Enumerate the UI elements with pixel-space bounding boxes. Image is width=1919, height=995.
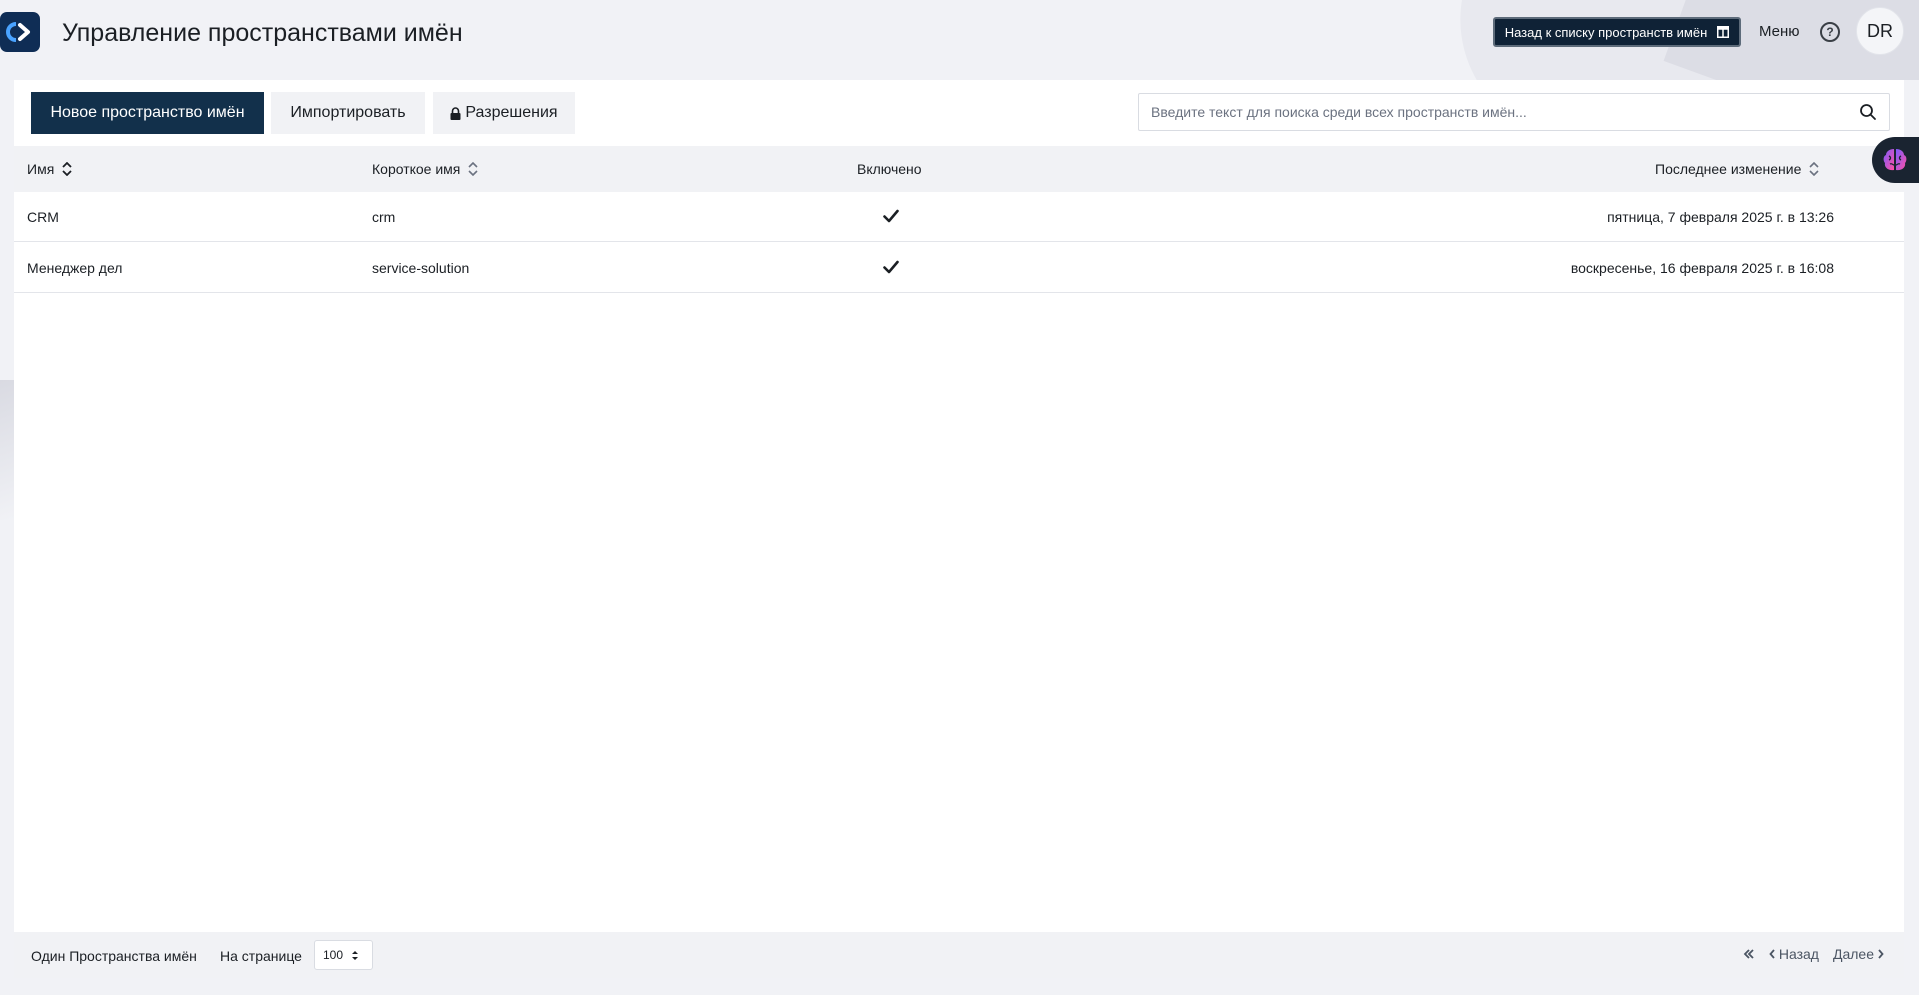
- column-header-last-modified[interactable]: Последнее изменение: [1655, 161, 1819, 177]
- table-footer: Один Пространства имён На странице 100 Н…: [14, 932, 1904, 978]
- table-header: Имя Короткое имя Включено Последнее изме…: [14, 146, 1904, 192]
- cell-name: CRM: [27, 209, 59, 225]
- import-button[interactable]: Импортировать: [271, 92, 425, 134]
- search-box: [1138, 93, 1890, 131]
- back-to-namespaces-button[interactable]: Назад к списку пространств имён: [1493, 17, 1741, 47]
- sort-icon[interactable]: [468, 162, 478, 176]
- user-avatar[interactable]: DR: [1856, 7, 1904, 55]
- namespace-count: Один Пространства имён: [31, 948, 197, 964]
- cell-short-name: service-solution: [372, 260, 470, 276]
- column-header-enabled: Включено: [857, 161, 922, 177]
- select-arrows-icon: [352, 950, 359, 960]
- column-label-last-modified: Последнее изменение: [1655, 161, 1802, 177]
- cell-last-modified: пятница, 7 февраля 2025 г. в 13:26: [1607, 209, 1834, 225]
- app-header: Управление пространствами имён Назад к с…: [0, 0, 1919, 66]
- chevron-left-icon: [1769, 949, 1775, 959]
- table-row[interactable]: Менеджер дел service-solution воскресень…: [14, 243, 1904, 293]
- prev-label: Назад: [1778, 946, 1819, 962]
- brain-icon: [1883, 149, 1907, 171]
- new-namespace-button[interactable]: Новое пространство имён: [31, 92, 264, 134]
- lock-icon: [450, 106, 461, 120]
- side-decoration: [0, 380, 14, 520]
- permissions-button[interactable]: Разрешения: [433, 92, 575, 134]
- per-page-select[interactable]: 100: [314, 940, 373, 970]
- cell-name: Менеджер дел: [27, 260, 123, 276]
- help-icon[interactable]: ?: [1820, 22, 1840, 42]
- page-title: Управление пространствами имён: [62, 19, 463, 47]
- menu-link[interactable]: Меню: [1759, 23, 1800, 40]
- back-button-label: Назад к списку пространств имён: [1504, 24, 1708, 40]
- per-page-value: 100: [323, 948, 344, 962]
- column-label-enabled: Включено: [857, 161, 922, 177]
- pagination: Назад Далее: [1743, 946, 1884, 962]
- namespaces-panel: Новое пространство имён Импортировать Ра…: [14, 80, 1904, 978]
- column-header-name[interactable]: Имя: [27, 161, 72, 177]
- double-chevron-left-icon: [1743, 949, 1754, 959]
- search-icon[interactable]: [1859, 103, 1877, 121]
- permissions-label: Разрешения: [465, 104, 558, 121]
- columns-icon: [1717, 26, 1730, 38]
- app-logo-icon[interactable]: [0, 12, 40, 52]
- cell-last-modified: воскресенье, 16 февраля 2025 г. в 16:08: [1570, 260, 1834, 276]
- column-label-short-name: Короткое имя: [372, 161, 461, 177]
- toolbar: Новое пространство имён Импортировать Ра…: [14, 80, 1904, 146]
- chevron-right-icon: [1878, 949, 1884, 959]
- table-row[interactable]: CRM crm пятница, 7 февраля 2025 г. в 13:…: [14, 192, 1904, 242]
- ai-assistant-button[interactable]: [1872, 137, 1919, 183]
- column-label-name: Имя: [27, 161, 55, 177]
- prev-page-button[interactable]: Назад: [1769, 946, 1819, 962]
- column-header-short-name[interactable]: Короткое имя: [372, 161, 478, 177]
- search-input[interactable]: [1139, 94, 1839, 130]
- per-page-label: На странице: [220, 948, 302, 964]
- sort-icon[interactable]: [62, 162, 72, 176]
- next-page-button[interactable]: Далее: [1833, 946, 1884, 962]
- sort-icon[interactable]: [1809, 162, 1819, 176]
- check-icon: [883, 260, 899, 274]
- check-icon: [883, 209, 899, 223]
- cell-short-name: crm: [372, 209, 396, 225]
- next-label: Далее: [1832, 946, 1874, 962]
- first-page-button[interactable]: [1743, 949, 1755, 959]
